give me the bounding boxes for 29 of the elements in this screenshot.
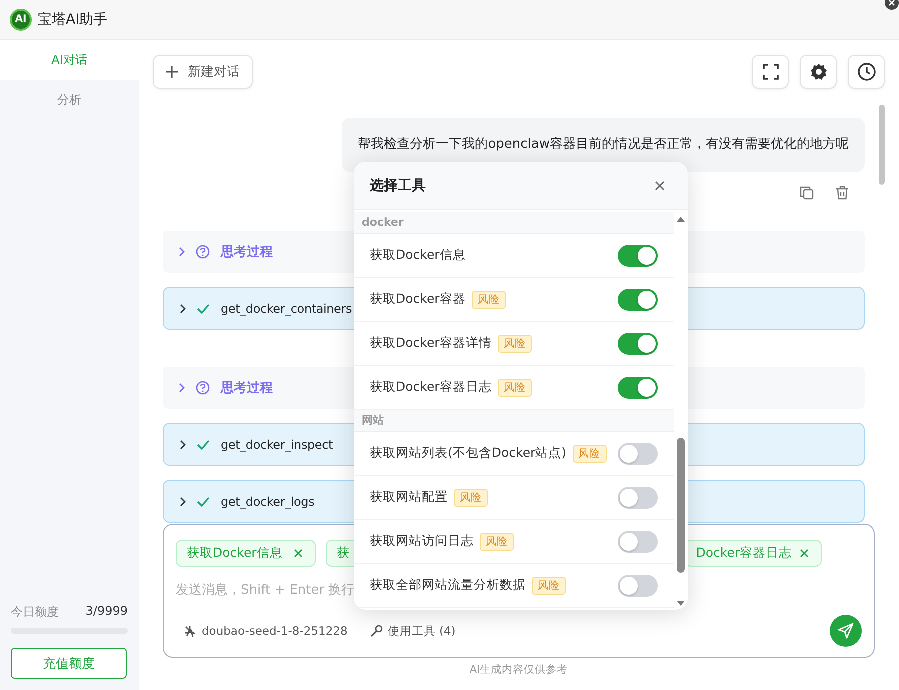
tool-label: 获取Docker容器日志	[370, 379, 492, 396]
risk-tag: 风险	[454, 488, 488, 506]
tool-label: 获取网站配置	[370, 489, 448, 506]
thinking-label: 思考过程	[221, 380, 273, 397]
group-heading: 网站	[354, 410, 674, 432]
dialog-title: 选择工具	[370, 176, 426, 194]
risk-tag: 风险	[480, 532, 514, 550]
tool-label: 获取全部网站流量分析数据	[370, 577, 526, 594]
thinking-label: 思考过程	[221, 244, 273, 261]
risk-tag: 风险	[498, 334, 532, 352]
risk-tag: 风险	[498, 378, 532, 396]
risk-tag: 风险	[572, 444, 607, 462]
tool-chip: Docker容器日志	[685, 540, 822, 567]
group-heading: docker	[354, 212, 674, 234]
tool-chip: 获取Docker信息	[176, 540, 316, 567]
tool-label: 获取网站列表(不包含Docker站点)	[370, 445, 567, 462]
quota-value: 3/9999	[86, 604, 128, 620]
quota-label: 今日额度	[11, 604, 59, 621]
tool-label: 获取Docker容器详情	[370, 335, 492, 352]
risk-tag: 风险	[532, 576, 566, 594]
window-title: 宝塔AI助手	[38, 10, 108, 28]
tool-name: get_docker_inspect	[221, 438, 333, 452]
risk-tag: 风险	[472, 290, 506, 308]
tool-label: 获取Docker容器	[370, 291, 466, 308]
tool-label: 获取Docker信息	[370, 247, 466, 264]
tool-name: get_docker_containers	[221, 302, 352, 316]
logo-icon: AI	[10, 8, 32, 30]
tool-name: get_docker_logs	[221, 494, 315, 508]
disclaimer-text: AI生成内容仅供参考	[468, 663, 570, 677]
